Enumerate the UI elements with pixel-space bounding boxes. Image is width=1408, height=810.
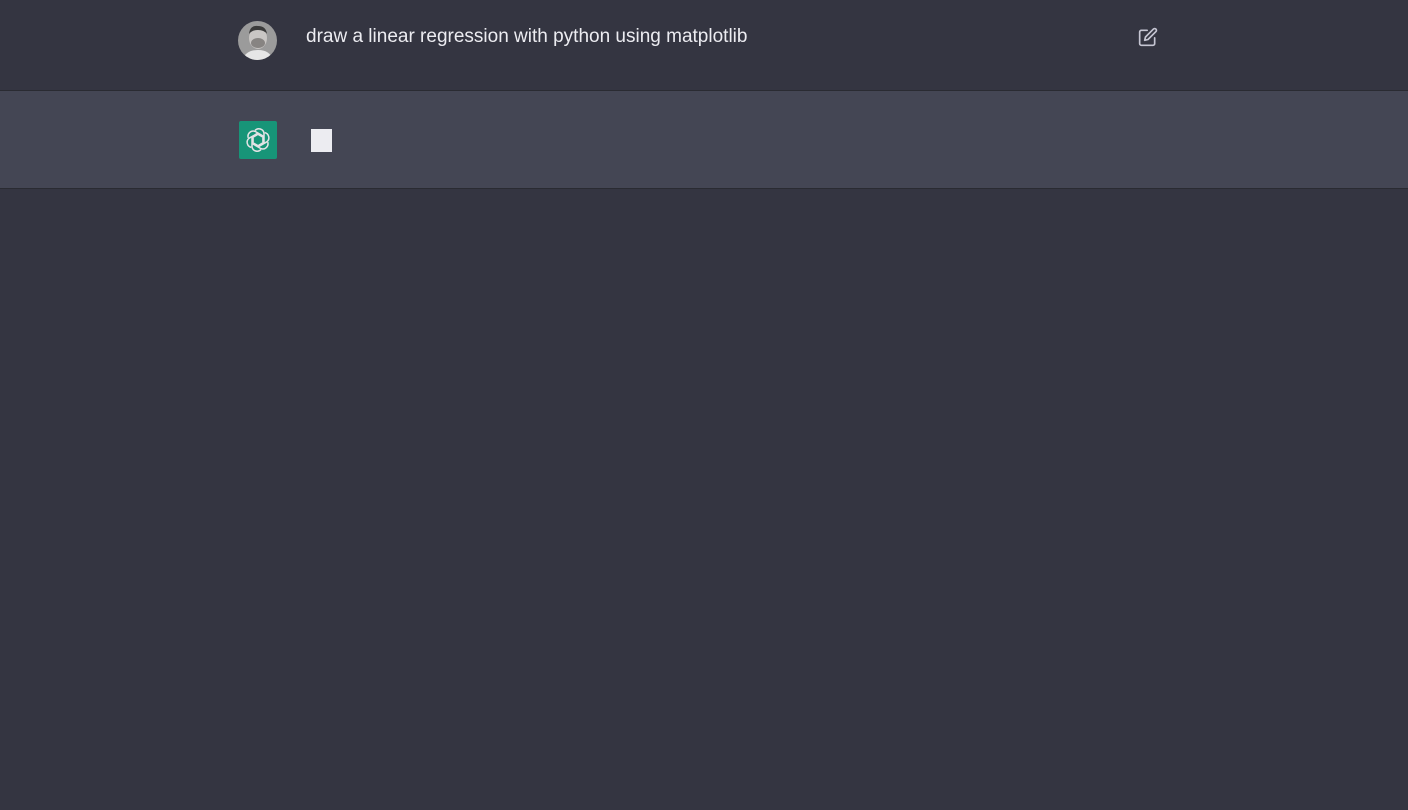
assistant-message-row	[0, 91, 1408, 189]
chat-app: draw a linear regression with python usi…	[0, 0, 1408, 810]
assistant-avatar	[239, 121, 277, 159]
user-message-text: draw a linear regression with python usi…	[306, 26, 748, 47]
openai-logo-icon	[246, 128, 270, 152]
user-avatar	[238, 21, 277, 60]
typing-cursor	[311, 129, 332, 152]
edit-message-button[interactable]	[1135, 24, 1160, 49]
edit-icon	[1138, 27, 1157, 46]
user-message-row: draw a linear regression with python usi…	[0, 0, 1408, 91]
